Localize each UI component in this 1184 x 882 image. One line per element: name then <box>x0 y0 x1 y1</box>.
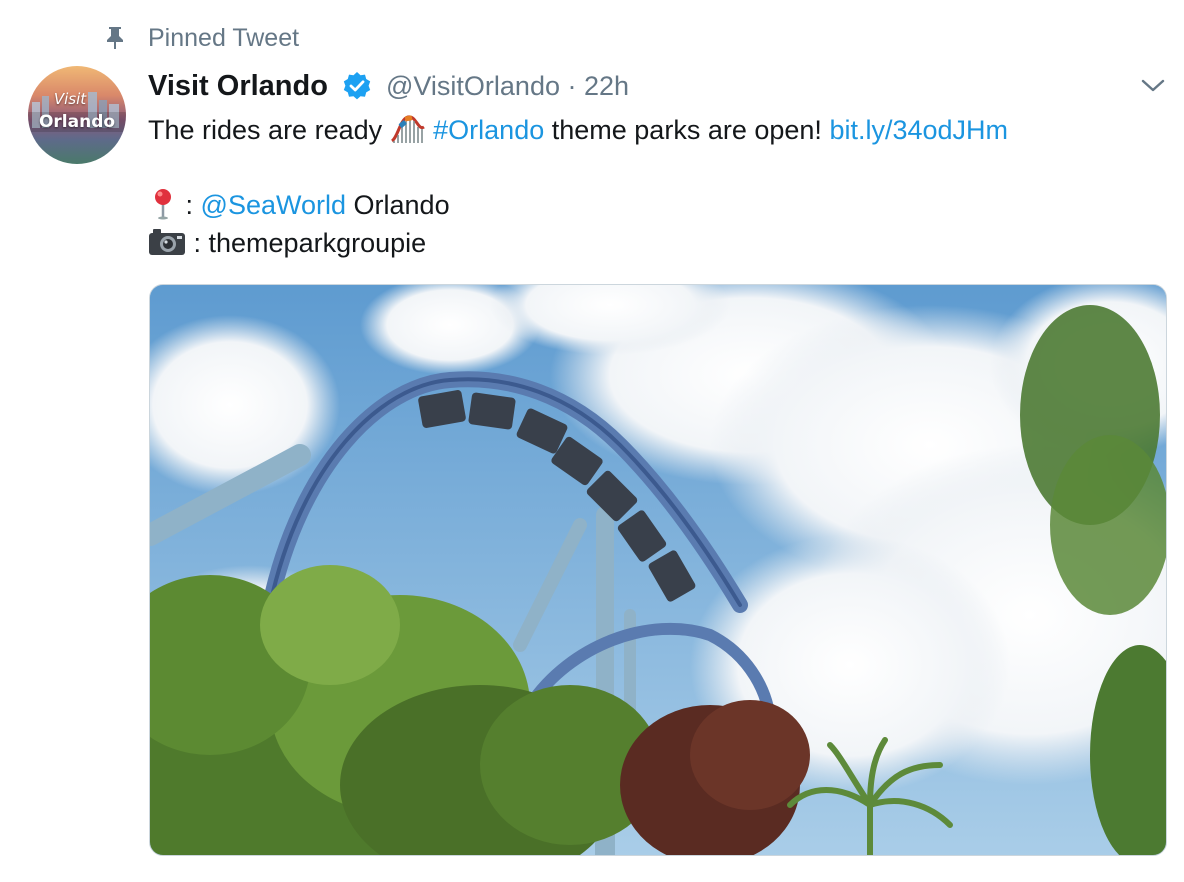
camera-emoji <box>149 228 185 255</box>
round-pushpin-emoji <box>155 188 171 220</box>
avatar-visit-text: Visit <box>53 90 87 108</box>
text-segment: The rides are ready <box>148 115 383 145</box>
text-segment: : <box>185 190 194 220</box>
tweet-text-line-2: : @SeaWorld Orlando <box>148 187 450 224</box>
display-name[interactable]: Visit Orlando <box>148 66 328 106</box>
text-segment: Orlando <box>353 190 450 220</box>
avatar-orlando-text: Orlando <box>28 112 126 132</box>
text-segment: theme parks are open! <box>551 115 822 145</box>
verified-badge-icon <box>343 72 371 100</box>
separator: · <box>567 71 577 101</box>
tweet-text-line-3: : themeparkgroupie <box>148 225 426 261</box>
roller-coaster-photo <box>150 285 1166 855</box>
mention-link[interactable]: @SeaWorld <box>201 190 346 220</box>
chevron-down-icon[interactable] <box>1140 76 1166 96</box>
timestamp[interactable]: 22h <box>584 71 629 101</box>
avatar[interactable]: Visit Orlando <box>28 66 126 164</box>
tweet-photo[interactable] <box>149 284 1167 856</box>
handle[interactable]: @VisitOrlando <box>386 71 560 101</box>
hashtag-link[interactable]: #Orlando <box>433 115 544 145</box>
tweet[interactable]: Pinned Tweet Visit Orlando Visit Orlando… <box>0 0 1184 882</box>
pinned-indicator: Pinned Tweet <box>0 22 600 54</box>
tweet-header: Visit Orlando @VisitOrlando · 22h <box>148 66 1148 106</box>
url-link[interactable]: bit.ly/34odJHm <box>829 115 1008 145</box>
handle-and-time[interactable]: @VisitOrlando · 22h <box>386 66 629 106</box>
pinned-label: Pinned Tweet <box>148 24 300 52</box>
text-segment: : themeparkgroupie <box>193 228 427 258</box>
pin-icon <box>107 27 123 49</box>
tweet-text-line-1: The rides are ready #Orlando theme parks… <box>148 112 1008 148</box>
roller-coaster-emoji <box>390 115 425 143</box>
